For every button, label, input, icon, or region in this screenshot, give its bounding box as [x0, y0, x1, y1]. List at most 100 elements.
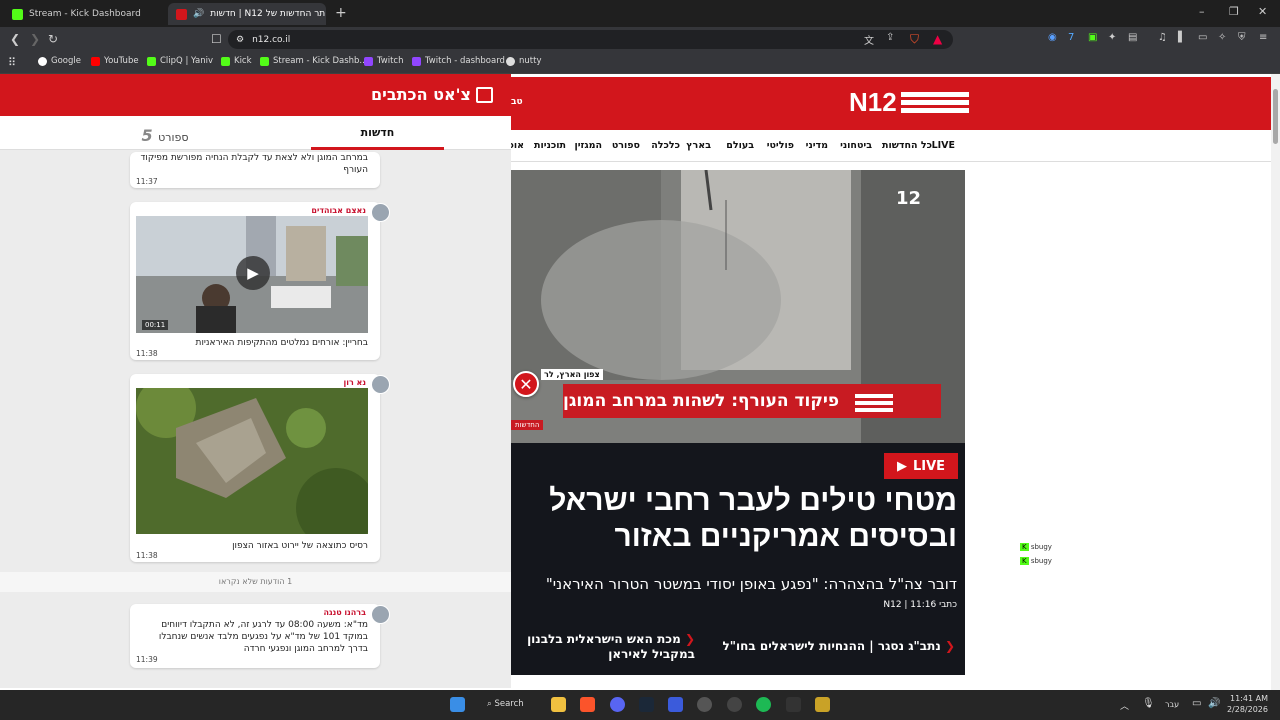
unread-notice[interactable]: 1 הודעות שלא נקראו — [0, 572, 511, 592]
tab-news[interactable]: חדשות — [311, 116, 444, 150]
chat-card[interactable]: ברהנו טנגה מד"א: משעה 08:00 עד לרגע זה, … — [130, 604, 390, 668]
avatar — [371, 605, 390, 624]
app-icon[interactable] — [815, 697, 830, 712]
network-icon[interactable]: ▭ — [1192, 698, 1201, 709]
speaker-icon[interactable]: 🔊 — [193, 9, 204, 19]
nav-economy[interactable]: כלכלה — [651, 140, 680, 151]
nav-shows[interactable]: תוכניות — [534, 140, 566, 151]
omnibox[interactable]: ⚙ n12.co.il — [228, 30, 953, 49]
translate-icon[interactable]: 文 — [864, 32, 874, 47]
n12-logo[interactable]: N12 — [849, 87, 969, 118]
taskbar-search[interactable]: ⌕ Search — [487, 699, 524, 709]
twitch-icon — [364, 56, 373, 66]
subheadline[interactable]: דובר צה"ל בהצהרה: "נפגע באופן יסודי במשט… — [517, 575, 957, 593]
leo-icon[interactable]: ✧ — [1218, 32, 1226, 43]
brave-shield-icon[interactable]: ⛉ — [910, 32, 919, 47]
bookmark-kick-dashboard[interactable]: Stream - Kick Dashb... — [260, 56, 368, 66]
spotify-icon[interactable] — [756, 697, 771, 712]
discord-icon[interactable] — [610, 697, 625, 712]
play-icon[interactable]: ▶ — [236, 256, 270, 290]
live-video-player[interactable]: 12 צפון הארץ, לר פיקוד העורף: לשהות במרח… — [511, 170, 965, 443]
bookmark-twitch-dashboard[interactable]: Twitch - dashboard — [412, 56, 505, 66]
main-headline[interactable]: מטחי טילים לעבר רחבי ישראל ובסיסים אמריק… — [517, 483, 957, 555]
close-panel-button[interactable]: ✕ — [513, 371, 539, 397]
tab-sport[interactable]: 5 ספורט — [110, 116, 220, 150]
bookmark-clipq[interactable]: ClipQ | Yaniv — [147, 56, 213, 66]
media-icon[interactable]: ♫ — [1158, 32, 1167, 43]
chat-card[interactable]: במרחב המוגן ולא לצאת עד לקבלת הנחיה מפור… — [130, 152, 380, 188]
live-badge[interactable]: ▶ LIVE — [884, 453, 958, 479]
clock[interactable]: 11:41 AM 2/28/2026 — [1227, 693, 1268, 715]
extension-icon[interactable]: ▣ — [1088, 32, 1097, 43]
location-label: צפון הארץ, לר — [541, 369, 603, 380]
sidebar-icon[interactable]: ▌ — [1178, 32, 1186, 43]
steam-icon[interactable] — [639, 697, 654, 712]
brave-rewards-icon[interactable]: ▲ — [933, 32, 942, 46]
twitch-icon — [412, 56, 421, 66]
app-icon[interactable] — [668, 697, 683, 712]
extension-icon[interactable]: 7 — [1068, 32, 1074, 43]
card-text: במרחב המוגן ולא לצאת עד לקבלת הנחיה מפור… — [140, 153, 368, 175]
tab-kick-dashboard[interactable]: Stream - Kick Dashboard — [4, 3, 164, 25]
back-icon[interactable]: ❮ — [10, 32, 20, 46]
nav-all-news[interactable]: כל החדשות — [882, 140, 932, 151]
reload-icon[interactable]: ↻ — [48, 32, 58, 46]
avatar — [371, 375, 390, 394]
file-explorer-icon[interactable] — [551, 697, 566, 712]
bookmark-twitch[interactable]: Twitch — [364, 56, 404, 66]
menu-icon[interactable]: ≡ — [1259, 32, 1267, 43]
page-scrollbar[interactable] — [1271, 74, 1280, 690]
chat-card[interactable]: נא רון רסיס כתוצאה של יירוט באזור הצפון … — [130, 374, 390, 562]
panel-header: צ'אט הכתבים — [0, 74, 511, 116]
extensions-icon[interactable]: ✦ — [1108, 32, 1116, 43]
forward-icon[interactable]: ❯ — [30, 32, 40, 46]
minimize-button[interactable]: – — [1199, 5, 1205, 18]
bookmark-kick[interactable]: Kick — [221, 56, 252, 66]
nav-local[interactable]: בארץ — [686, 140, 711, 151]
bookmark-icon[interactable]: ☐ — [211, 32, 222, 46]
chat-card[interactable]: נאצם אבוהדים ▶ 00:11 בחריין: אורחים נמלט… — [130, 202, 390, 360]
wallet-icon[interactable]: ▭ — [1198, 32, 1207, 43]
card-author: נא רון — [343, 378, 366, 387]
related-link-2[interactable]: ❮ מכת האש הישראלית בלבנון במקביל לאיראן — [511, 632, 695, 662]
nav-live[interactable]: LIVE — [932, 140, 955, 151]
chat-icon — [476, 87, 493, 103]
share-icon[interactable]: ⇪ — [886, 32, 894, 43]
bookmark-nutty[interactable]: nutty — [506, 56, 541, 66]
obs-icon[interactable] — [727, 697, 742, 712]
nav-political[interactable]: פוליטי — [767, 140, 794, 151]
scrollbar-thumb[interactable] — [1273, 89, 1278, 144]
extension-icon[interactable]: ◉ — [1048, 32, 1057, 43]
bookmark-youtube[interactable]: YouTube — [91, 56, 139, 66]
related-link-1[interactable]: ❮ נתב"ג נסגר | ההנחיות לישראלים בחו"ל — [723, 639, 955, 653]
extension-icon[interactable]: ▤ — [1128, 32, 1137, 43]
main-nav: LIVE כל החדשות ביטחוני מדיני פוליטי בעול… — [508, 130, 1271, 162]
restore-button[interactable]: ❐ — [1229, 5, 1239, 18]
url-text[interactable]: n12.co.il — [252, 35, 290, 45]
microphone-icon[interactable]: 🎙 — [1142, 698, 1155, 709]
language-indicator[interactable]: עבר — [1165, 700, 1179, 709]
video-thumbnail[interactable]: ▶ 00:11 — [136, 216, 368, 333]
nav-security[interactable]: ביטחוני — [840, 140, 872, 151]
start-icon[interactable] — [450, 697, 465, 712]
apps-icon[interactable]: ⠿ — [8, 56, 16, 69]
volume-icon[interactable]: 🔊 — [1208, 698, 1220, 709]
nav-diplomatic[interactable]: מדיני — [806, 140, 828, 151]
card-author: נאצם אבוהדים — [311, 206, 366, 215]
site-info-icon[interactable]: ⚙ — [236, 35, 244, 45]
nav-magazine[interactable]: המגזין — [574, 140, 602, 151]
chevron-up-icon[interactable]: ︿ — [1120, 699, 1129, 712]
capcut-icon[interactable] — [786, 697, 801, 712]
vpn-icon[interactable]: ⛨ — [1238, 32, 1246, 43]
kick-icon — [260, 56, 269, 66]
nav-sport[interactable]: ספורט — [612, 140, 640, 151]
bookmark-google[interactable]: Google — [38, 56, 81, 66]
new-tab-button[interactable]: + — [335, 5, 347, 21]
close-window-button[interactable]: ✕ — [1258, 5, 1267, 18]
app-icon[interactable] — [697, 697, 712, 712]
google-icon — [38, 56, 47, 66]
image-thumbnail[interactable] — [136, 388, 368, 534]
brave-icon[interactable] — [580, 697, 595, 712]
nav-world[interactable]: בעולם — [726, 140, 754, 151]
tab-n12[interactable]: 🔊 חדשות | N12 אתר החדשות של ✕ — [168, 3, 326, 25]
